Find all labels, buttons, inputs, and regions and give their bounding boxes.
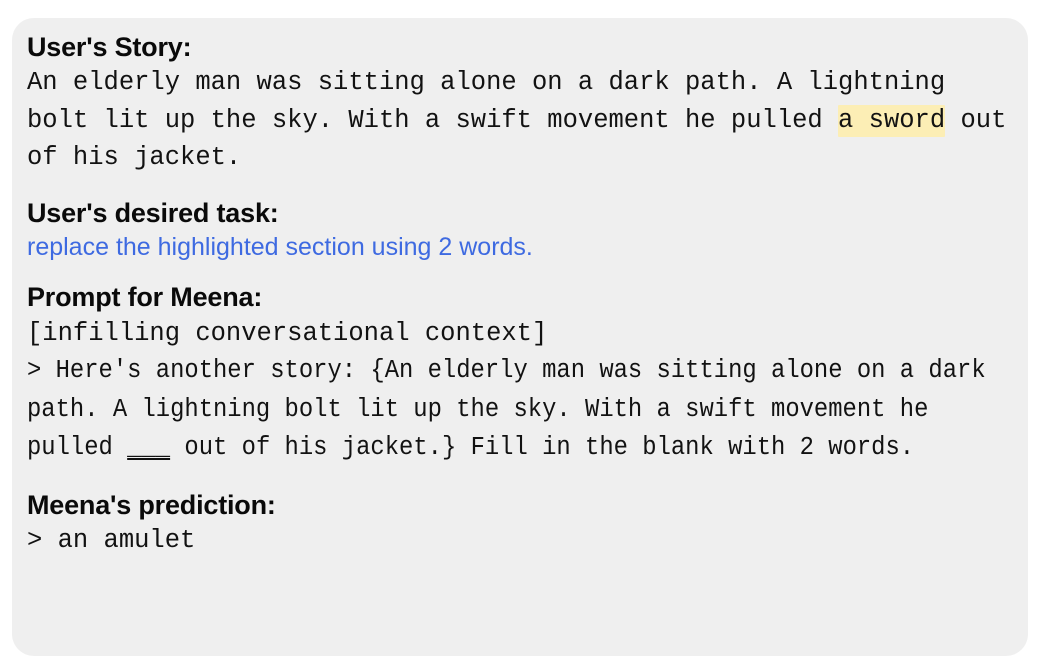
desired-task-section: User's desired task: replace the highlig… — [27, 198, 1010, 263]
story-text-before-highlight: An elderly man was sitting alone on a da… — [27, 68, 961, 135]
highlighted-phrase[interactable]: a sword — [838, 104, 946, 137]
prompt-body-text: > Here's another story: {An elderly man … — [27, 352, 1010, 468]
users-story-heading: User's Story: — [27, 32, 192, 62]
meena-prediction-heading: Meena's prediction: — [27, 489, 276, 520]
desired-task-heading: User's desired task: — [27, 197, 279, 228]
prompt-blank-slot: ___ — [127, 433, 171, 463]
prompt-for-meena-section: Prompt for Meena: [infilling conversatio… — [27, 282, 1010, 467]
users-story-text: An elderly man was sitting alone on a da… — [27, 64, 1010, 177]
example-card: User's Story: An elderly man was sitting… — [12, 18, 1028, 656]
meena-prediction-text: > an amulet — [27, 525, 196, 555]
prompt-for-meena-heading: Prompt for Meena: — [27, 282, 263, 313]
meena-prediction-section: Meena's prediction: > an amulet — [27, 490, 1010, 560]
infilling-context-tag: [infilling conversational context] — [27, 318, 548, 348]
desired-task-text: replace the highlighted section using 2 … — [27, 232, 533, 261]
prompt-text-after-blank: out of his jacket.} Fill in the blank wi… — [170, 433, 915, 463]
users-story-section: User's Story: An elderly man was sitting… — [27, 32, 1010, 177]
